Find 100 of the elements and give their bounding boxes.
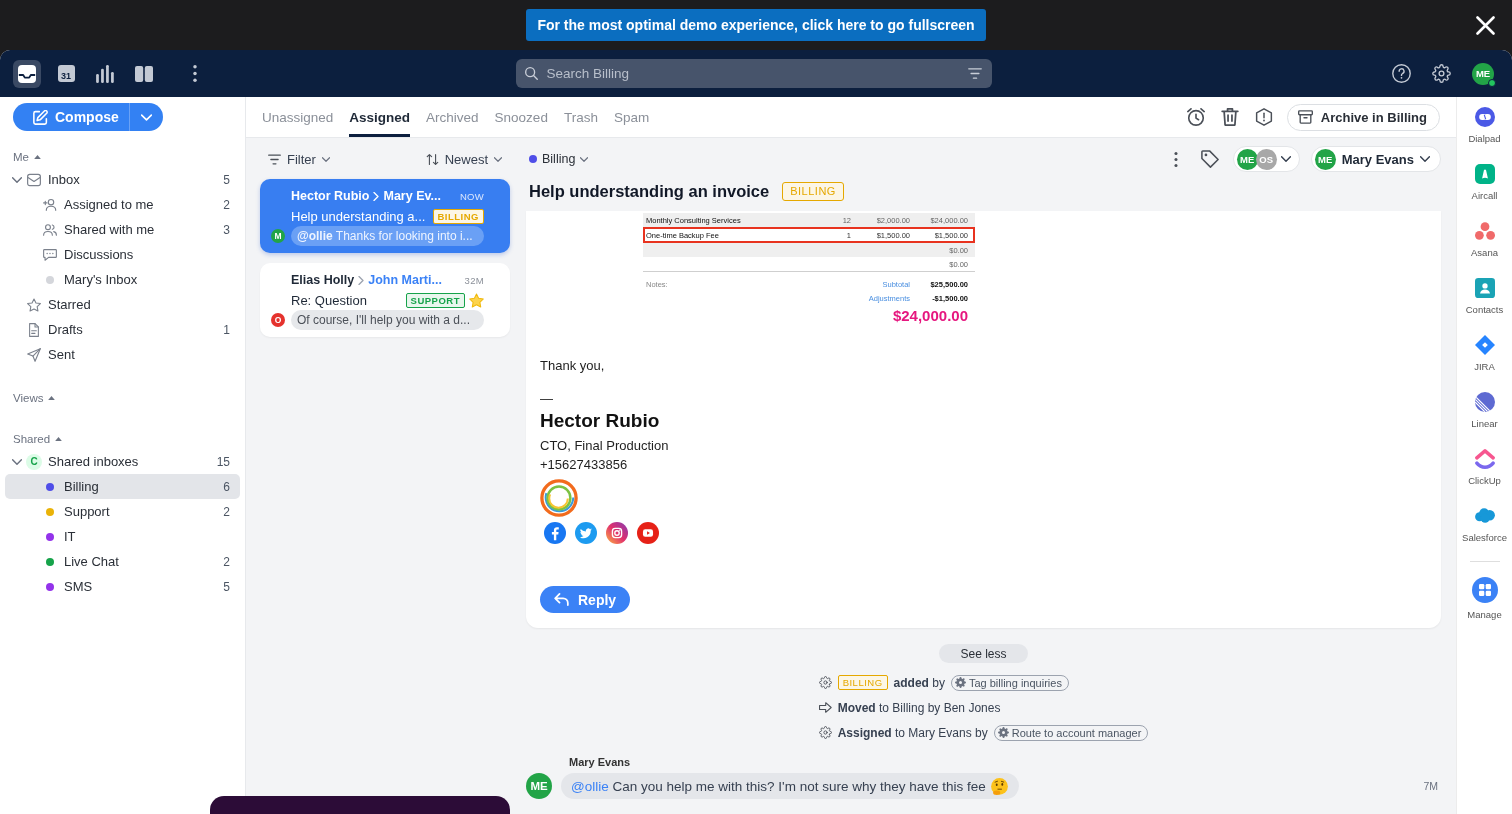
columns-icon: [135, 64, 153, 83]
inbox-dropdown[interactable]: Billing: [529, 152, 589, 166]
camera-icon[interactable]: [606, 522, 628, 544]
trash-icon: [1220, 108, 1239, 126]
item-count: 2: [223, 197, 230, 212]
app-button[interactable]: Salesforce: [1457, 496, 1512, 553]
assignee-button[interactable]: ME Mary Evans: [1310, 146, 1441, 172]
sidebar-item[interactable]: Support 2: [5, 499, 240, 524]
sender-name: Elias Holly: [291, 273, 355, 287]
sidebar-item[interactable]: Starred: [5, 292, 240, 317]
app-button[interactable]: JIRA: [1457, 325, 1512, 382]
close-button[interactable]: [1476, 15, 1495, 35]
signature-phone: +15627433856: [540, 456, 629, 474]
sidebar-item[interactable]: Live Chat 2: [5, 549, 240, 574]
filter-icon: [967, 68, 982, 79]
sidebar-item[interactable]: Shared with me 3: [5, 217, 240, 242]
compose-menu-button[interactable]: [129, 103, 163, 131]
group-avatar: C: [26, 453, 42, 470]
inbox-icon: [18, 64, 36, 83]
sidebar-item[interactable]: Mary's Inbox: [5, 267, 240, 292]
avatar: M: [271, 229, 285, 243]
avatar: O: [271, 313, 285, 327]
app-button[interactable]: Aircall: [1457, 154, 1512, 211]
people-icon: [43, 222, 57, 237]
nav-button[interactable]: 31: [52, 59, 80, 88]
f-logo-icon[interactable]: [544, 522, 566, 544]
contact-card-icon: [1474, 278, 1495, 298]
see-less-button[interactable]: See less: [939, 644, 1028, 663]
tag: BILLING: [432, 208, 484, 224]
search-icon: [524, 67, 538, 80]
app-button[interactable]: Asana: [1457, 211, 1512, 268]
sidebar-item[interactable]: Sent: [5, 342, 240, 367]
alert-hexagon-icon: [1254, 108, 1273, 126]
sort-button[interactable]: Newest: [425, 147, 502, 171]
bird-icon[interactable]: [575, 522, 597, 544]
bar-chart-icon: [96, 64, 114, 83]
sidebar-item[interactable]: Discussions: [5, 242, 240, 267]
sidebar-item[interactable]: IT: [5, 524, 240, 549]
sidebar-item[interactable]: C Shared inboxes 15: [5, 449, 240, 474]
filter-button[interactable]: Filter: [268, 147, 330, 171]
time-label: 32M: [464, 274, 484, 286]
caret-icon: [580, 156, 589, 162]
signature-name: Hector Rubio: [540, 409, 661, 433]
chevron-arc-icon: [1474, 449, 1495, 469]
help-button[interactable]: [1392, 64, 1411, 83]
sidebar-item[interactable]: Billing 6: [5, 474, 240, 499]
sidebar-item[interactable]: Inbox 5: [5, 167, 240, 192]
calendar-icon: 31: [57, 65, 75, 82]
search-field[interactable]: Search Billing: [515, 59, 992, 88]
avatar: ME: [1314, 148, 1336, 170]
fullscreen-button[interactable]: For the most optimal demo experience, click here to go fullscreen: [526, 9, 986, 41]
section-header[interactable]: Views: [13, 388, 56, 408]
play-icon[interactable]: [637, 522, 659, 544]
item-count: 3: [223, 222, 230, 237]
conversation-card[interactable]: Hector Rubio Mary Ev... NOW Help understanding a... BILLING M @ollie Thanks for looking into i...: [260, 179, 510, 253]
tag: BILLING: [837, 675, 888, 690]
app-button[interactable]: Contacts: [1457, 268, 1512, 325]
item-count: 2: [223, 554, 230, 569]
tag-icon: [1200, 150, 1219, 168]
app-button[interactable]: Dialpad: [1457, 97, 1512, 154]
signature-role: CTO, Final Production: [540, 437, 670, 455]
sidebar-item[interactable]: Assigned to me 2: [5, 192, 240, 217]
reply-button[interactable]: Reply: [540, 586, 631, 613]
striped-circle-icon: [1474, 392, 1495, 412]
avatar: ME: [1236, 148, 1258, 170]
recipient-name: Mary Ev...: [383, 189, 441, 203]
ring-logo-icon: [540, 479, 578, 517]
preview-snippet: Of course, I'll help you with a d...: [291, 310, 484, 330]
sidebar-item[interactable]: Drafts 1: [5, 317, 240, 342]
capsule-circle-icon: [1474, 107, 1495, 127]
manage-button[interactable]: Manage: [1457, 577, 1512, 621]
compose-button[interactable]: Compose: [13, 103, 129, 131]
gear-icon: [954, 677, 966, 688]
sort-icon: [425, 153, 439, 165]
section-header[interactable]: Me: [13, 147, 41, 167]
caret-icon: [141, 113, 152, 121]
conversation-card[interactable]: Elias Holly John Marti... 32M Re: Question SUPPORT O Of course, I'll help you with a d...: [260, 263, 510, 337]
avatar: OS: [1255, 148, 1277, 170]
filter-button[interactable]: [967, 68, 982, 79]
sidebar-item[interactable]: SMS 5: [5, 574, 240, 599]
section-header[interactable]: Shared: [13, 429, 63, 449]
reply-icon: [554, 593, 569, 606]
gear-icon: [818, 676, 832, 689]
item-count: 2: [223, 504, 230, 519]
item-count: 15: [216, 454, 230, 469]
closing-text: Thank you,: [540, 357, 606, 375]
activity-text: Moved to Billing by Ben Jones: [837, 700, 1001, 715]
settings-button[interactable]: [1432, 64, 1451, 83]
subject-text: Re: Question: [291, 292, 367, 308]
comment-author: Mary Evans: [569, 755, 631, 769]
more-icon: [193, 65, 197, 82]
activity-text: Assigned to Mary Evans by: [837, 725, 988, 740]
time-label: NOW: [459, 190, 484, 202]
star-icon: [27, 297, 41, 312]
app-button[interactable]: Linear: [1457, 382, 1512, 439]
app-button[interactable]: ClickUp: [1457, 439, 1512, 496]
tag: SUPPORT: [405, 292, 465, 308]
chevron-right-icon: [358, 275, 365, 285]
caret-icon: [1420, 156, 1430, 162]
nav-button[interactable]: [13, 59, 41, 88]
